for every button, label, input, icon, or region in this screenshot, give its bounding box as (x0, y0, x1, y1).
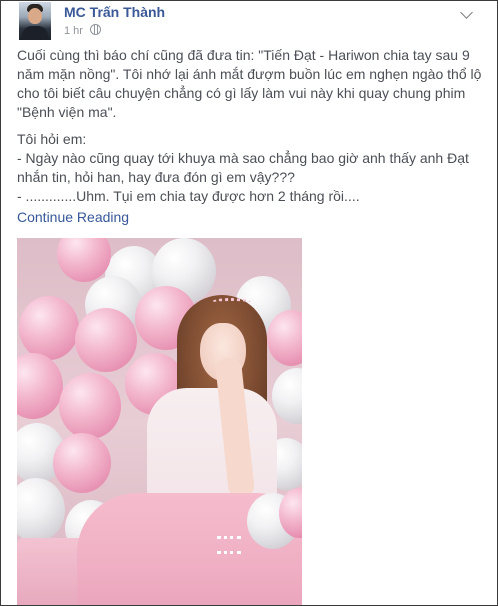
post-card: MC Trấn Thành 1 hr Cuối cùng thì báo chí… (0, 0, 498, 606)
globe-icon (90, 24, 102, 35)
avatar-face (28, 8, 42, 24)
post-line-ask: Tôi hỏi em: (17, 131, 87, 147)
balloon (75, 308, 137, 372)
post-time[interactable]: 1 hr (64, 25, 83, 37)
post-paragraph: Cuối cùng thì báo chí cũng đã đưa tin: "… (17, 47, 482, 120)
balloon (19, 296, 79, 360)
chevron-down-icon[interactable] (460, 6, 473, 19)
continue-reading-link[interactable]: Continue Reading (17, 209, 129, 225)
author-avatar[interactable] (19, 2, 51, 40)
post-header: MC Trấn Thành 1 hr (11, 2, 481, 44)
post-line-question: - Ngày nào cũng quay tới khuya mà sao ch… (17, 150, 469, 185)
post-text: Cuối cùng thì báo chí cũng đã đưa tin: "… (17, 46, 485, 206)
author-name[interactable]: MC Trấn Thành (64, 4, 165, 20)
post-meta: 1 hr (64, 24, 102, 37)
model-headband (211, 298, 251, 307)
balloon (59, 373, 121, 439)
post-line-answer: - .............Uhm. Tụi em chia tay được… (17, 188, 360, 204)
avatar-body (22, 26, 48, 40)
balloon (53, 433, 111, 493)
model-bracelet (217, 536, 241, 554)
post-photo[interactable] (17, 238, 302, 605)
